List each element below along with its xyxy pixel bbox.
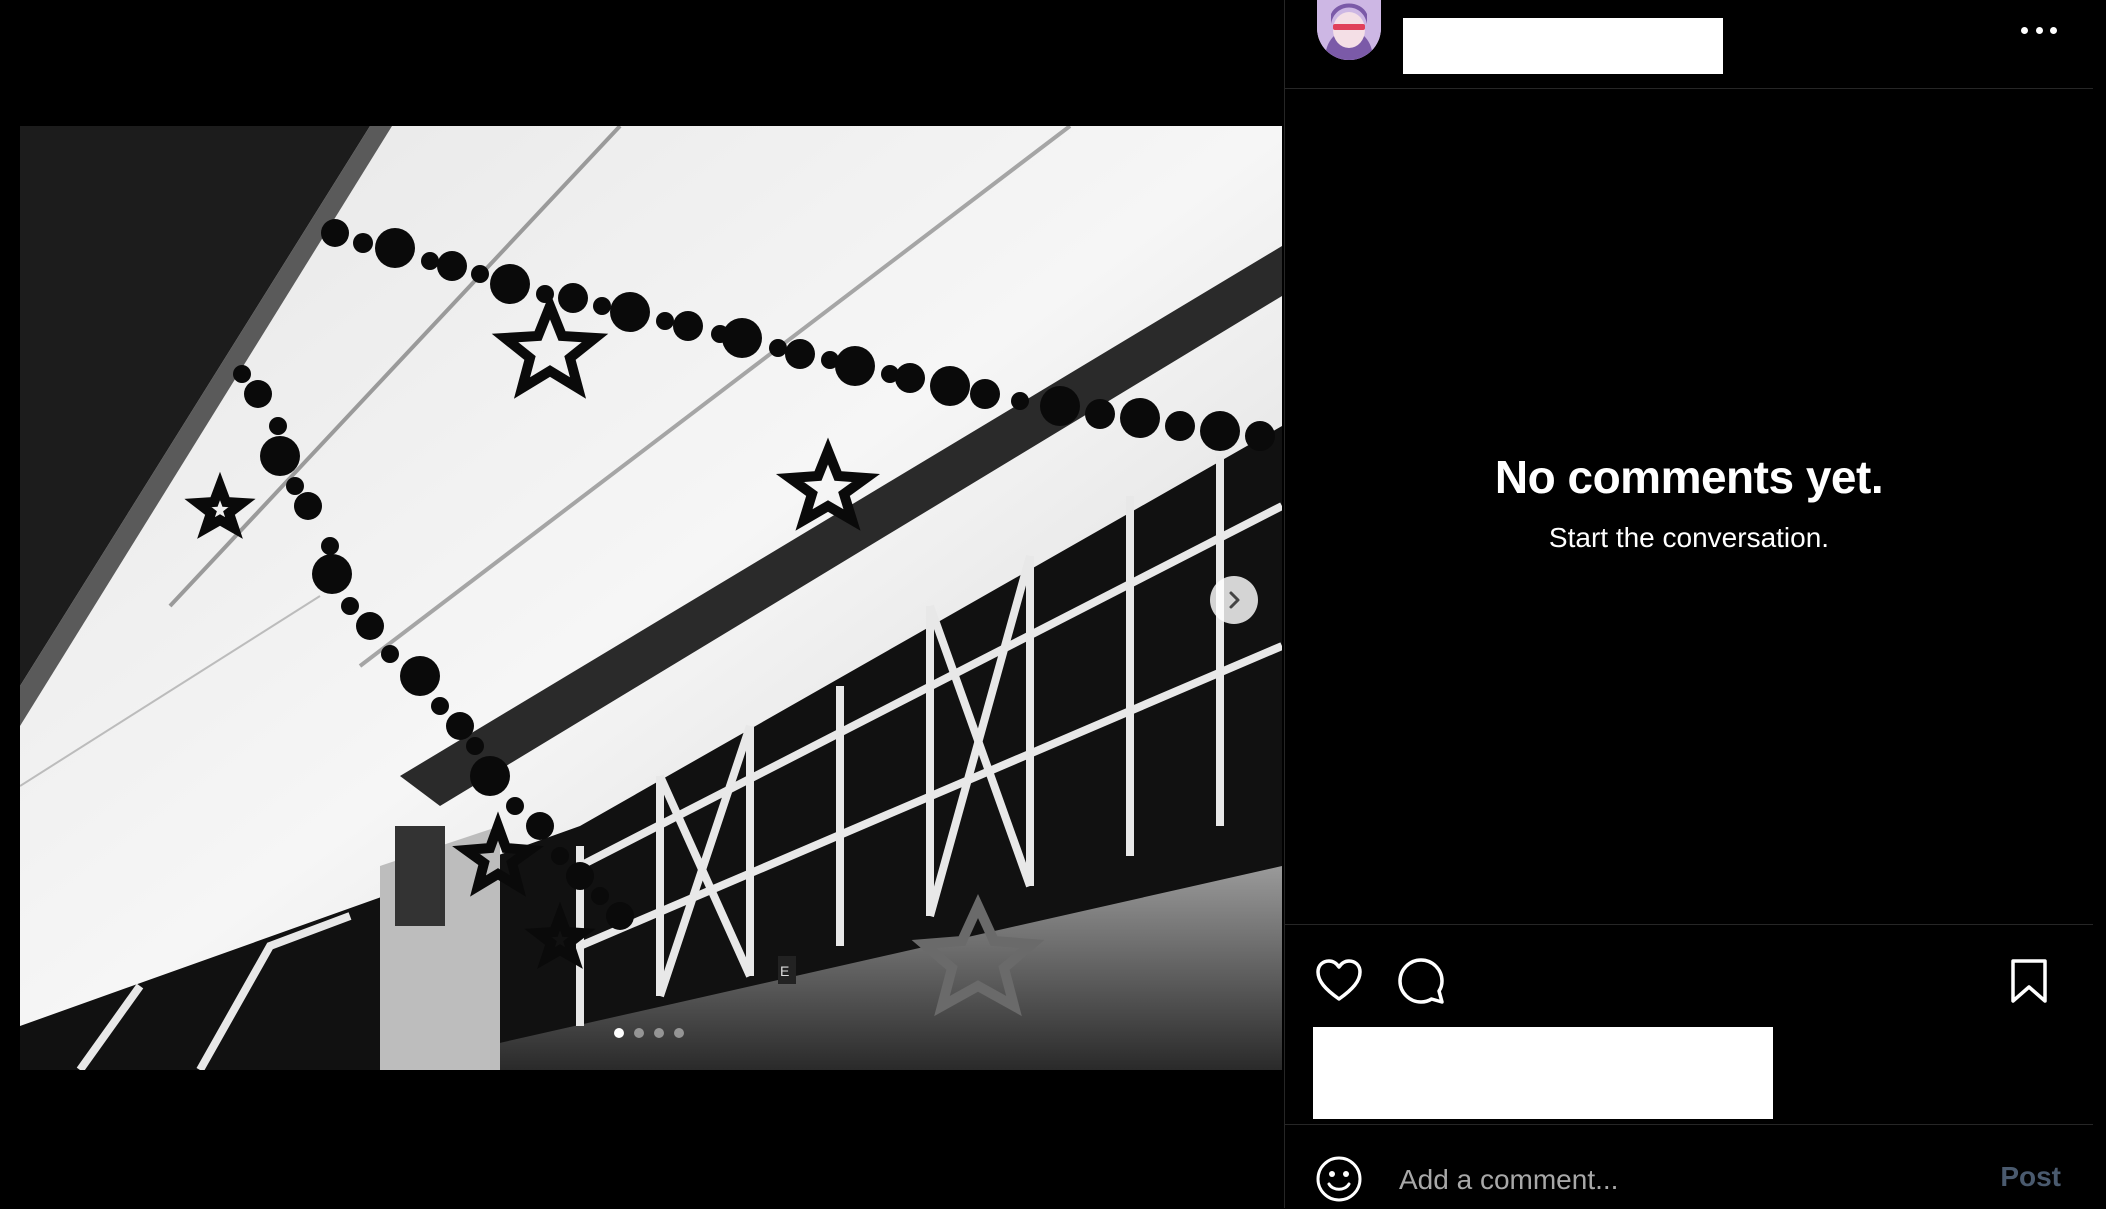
comment-composer: Post	[1285, 1124, 2093, 1209]
comment-input[interactable]	[1397, 1155, 1921, 1205]
empty-comments-subtitle: Start the conversation.	[1548, 522, 1830, 553]
empty-comments-title: No comments yet.	[1494, 451, 1884, 503]
post-photo: E	[20, 126, 1282, 1070]
post-header	[1285, 0, 2093, 89]
comments-panel: No comments yet. Start the conversation.…	[1284, 0, 2093, 1208]
more-dot-icon	[2035, 26, 2043, 34]
comment-icon[interactable]	[1397, 957, 1445, 1005]
heart-icon[interactable]	[1315, 957, 1363, 1005]
carousel-dot-active	[614, 1028, 624, 1038]
chevron-right-icon	[1229, 591, 1240, 609]
svg-text:E: E	[780, 963, 789, 979]
avatar-image	[1317, 0, 1381, 60]
redacted-username-block	[1403, 18, 1723, 74]
post-comment-button[interactable]: Post	[2000, 1161, 2061, 1193]
more-options-button[interactable]	[2021, 18, 2057, 42]
carousel-dot	[654, 1028, 664, 1038]
more-dot-icon	[2050, 26, 2057, 34]
carousel-dot	[674, 1028, 684, 1038]
more-dot-icon	[2021, 26, 2028, 34]
post-actions	[1285, 924, 2093, 1125]
carousel-dot	[634, 1028, 644, 1038]
carousel-indicator	[614, 1028, 684, 1038]
empty-comments-state: No comments yet. Start the conversation.	[1285, 450, 2093, 554]
redacted-likes-block	[1313, 1027, 1773, 1119]
bookmark-icon[interactable]	[2005, 957, 2053, 1005]
avatar[interactable]	[1317, 0, 1381, 60]
next-slide-button[interactable]	[1210, 576, 1258, 624]
emoji-icon[interactable]	[1315, 1155, 1363, 1203]
post-media[interactable]: E	[20, 126, 1282, 1070]
